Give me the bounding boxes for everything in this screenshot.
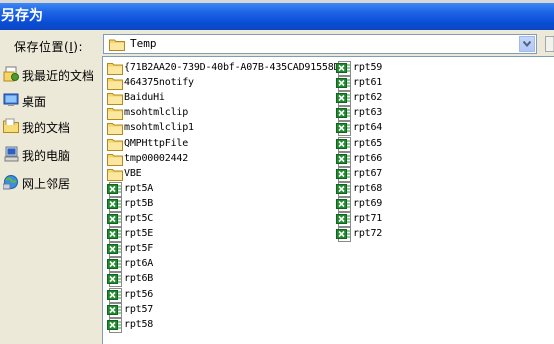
item-name: rpt5A — [124, 182, 154, 194]
dropdown-button[interactable] — [519, 36, 535, 52]
excel-file-icon — [107, 181, 122, 197]
item-name: rpt5B — [124, 197, 154, 209]
save-in-accel: I — [69, 40, 74, 54]
place-my-documents[interactable]: 我的文档 — [3, 116, 97, 138]
item-name: rpt69 — [353, 197, 383, 209]
place-label: 我的文档 — [22, 121, 71, 135]
item-name: msohtmlclip — [124, 107, 189, 119]
item-name: BaiduHi — [124, 92, 165, 104]
excel-file-icon — [336, 227, 351, 243]
excel-file-icon — [336, 121, 351, 137]
excel-file-icon — [107, 287, 122, 303]
place-label: 我的电脑 — [22, 149, 71, 163]
item-name: rpt5F — [124, 243, 154, 255]
excel-file-icon — [336, 91, 351, 107]
item-name: rpt63 — [353, 107, 383, 119]
window-title: 另存为 — [1, 8, 43, 24]
folder-icon — [107, 63, 123, 75]
item-name: rpt5C — [124, 213, 154, 224]
item-name: rpt59 — [353, 62, 383, 73]
places-bar: 我最近的文档 桌面 我的文档 我的电脑 网上邻居 — [0, 56, 97, 344]
desktop-icon — [3, 93, 19, 106]
excel-file-icon — [107, 242, 122, 258]
file-list[interactable]: {71B2AA20-739D-40bf-A07B-435CAD91558D} 46… — [102, 56, 554, 344]
item-name: rpt64 — [353, 122, 383, 134]
excel-file-icon — [336, 76, 351, 92]
save-in-label: 保存位置(I): — [14, 40, 83, 54]
place-label: 桌面 — [22, 95, 47, 109]
folder-icon — [107, 138, 123, 151]
item-name: rpt66 — [353, 152, 383, 164]
item-name: rpt58 — [124, 318, 154, 330]
folder-icon — [107, 93, 123, 106]
folder-icon — [109, 39, 125, 51]
item-name: QMPHttpFile — [124, 137, 189, 149]
excel-file-icon — [336, 212, 351, 227]
item-name: rpt68 — [353, 182, 383, 194]
item-name: rpt6A — [124, 258, 154, 270]
item-name: rpt6B — [124, 273, 154, 285]
place-label: 我最近的文档 — [22, 69, 95, 83]
recent-docs-icon — [3, 66, 19, 82]
excel-file-icon — [336, 61, 351, 76]
place-recent-docs[interactable]: 我最近的文档 — [3, 64, 97, 86]
excel-file-icon — [336, 136, 351, 152]
chevron-down-icon — [523, 41, 531, 47]
item-name: {71B2AA20-739D-40bf-A07B-435CAD91558D} — [124, 62, 346, 73]
network-icon — [3, 175, 18, 190]
excel-file-icon — [107, 317, 122, 333]
place-network[interactable]: 网上邻居 — [3, 172, 97, 194]
save-in-value: Temp — [130, 37, 157, 50]
item-name: rpt71 — [353, 213, 383, 224]
place-my-computer[interactable]: 我的电脑 — [3, 144, 97, 166]
excel-file-icon — [107, 196, 122, 212]
folder-icon — [107, 123, 123, 136]
excel-file-icon — [107, 272, 122, 288]
item-name: rpt61 — [353, 77, 383, 89]
title-bar[interactable]: 另存为 — [0, 3, 554, 30]
item-name: VBE — [124, 167, 142, 179]
item-name: rpt57 — [124, 303, 154, 315]
save-in-combobox[interactable]: Temp — [103, 34, 537, 54]
place-label: 网上邻居 — [22, 177, 71, 191]
item-name: rpt62 — [353, 92, 383, 104]
folder-icon — [107, 168, 123, 181]
item-name: 464375notify — [124, 77, 194, 89]
folder-icon — [107, 78, 123, 91]
item-name: rpt72 — [353, 228, 383, 240]
item-name: rpt5E — [124, 228, 154, 240]
excel-file-icon — [336, 166, 351, 182]
item-name: rpt56 — [124, 288, 154, 300]
excel-file-icon — [107, 227, 122, 243]
item-name: rpt65 — [353, 137, 383, 149]
excel-file-icon — [336, 196, 351, 212]
excel-file-icon — [336, 151, 351, 167]
my-computer-icon — [4, 146, 19, 162]
up-folder-icon[interactable] — [545, 36, 554, 52]
excel-file-icon — [336, 181, 351, 197]
item-name: msohtmlclip1 — [124, 122, 194, 134]
folder-icon — [107, 108, 123, 121]
excel-file-icon — [336, 106, 351, 122]
place-desktop[interactable]: 桌面 — [3, 90, 97, 112]
item-name: rpt67 — [353, 167, 383, 179]
my-documents-icon — [3, 118, 19, 133]
excel-file-icon — [107, 212, 122, 227]
excel-file-icon — [107, 302, 122, 318]
folder-icon — [107, 153, 123, 166]
item-name: tmp00002442 — [124, 152, 189, 164]
excel-file-icon — [107, 257, 122, 273]
